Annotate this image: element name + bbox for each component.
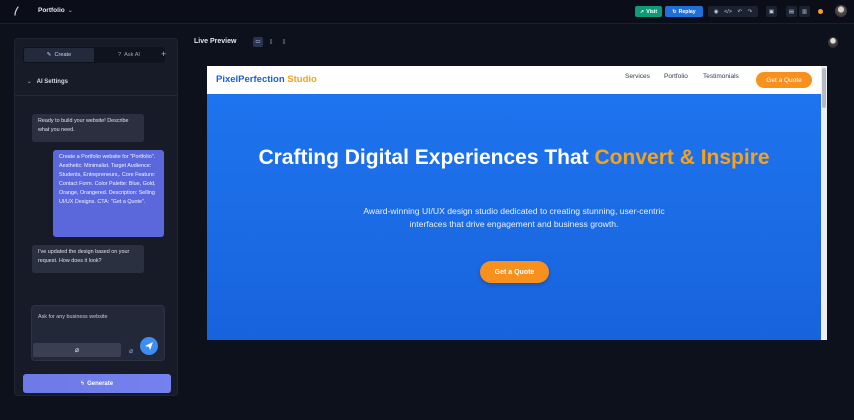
hero-section: Crafting Digital Experiences That Conver… (207, 94, 821, 340)
site-navbar: PixelPerfection Studio Services Portfoli… (207, 66, 821, 94)
settings-icon[interactable]: ▥ (799, 6, 810, 17)
live-preview-title: Live Preview (194, 38, 237, 45)
redo-icon[interactable]: ↷ (748, 9, 753, 15)
user-message: Create a Portfolio website for "Portfoli… (53, 150, 164, 237)
divider (15, 95, 177, 96)
save-icon[interactable]: ▣ (766, 6, 777, 17)
prompt-input[interactable]: Ask for any business website ⌀ ⌀ (31, 305, 165, 361)
send-icon (145, 342, 153, 350)
new-chat-plus-icon[interactable]: + (161, 49, 166, 59)
generate-button[interactable]: ϟ Generate (23, 374, 171, 393)
tab-ask-ai[interactable]: ? Ask AI (94, 48, 164, 62)
chat-panel: ✎ Create ? Ask AI + ⌄ AI Settings Ready … (14, 38, 178, 396)
replay-button[interactable]: ↻ Replay (665, 6, 703, 17)
headline-highlight: Convert & Inspire (594, 146, 770, 169)
ai-settings-label: AI Settings (36, 79, 68, 85)
project-name: Portfolio (38, 7, 65, 14)
assistant-message: I've updated the design based on your re… (32, 245, 144, 273)
tablet-icon[interactable]: ▯ (266, 37, 276, 47)
paperclip-icon: ⌀ (74, 347, 80, 354)
assistant-message: Ready to build your website! Describe wh… (32, 114, 144, 142)
avatar[interactable] (828, 37, 838, 48)
panel-tabs: ✎ Create ? Ask AI (23, 47, 165, 63)
visit-button[interactable]: ↗ Visit (635, 6, 662, 17)
visit-label: Visit (646, 8, 658, 15)
hero-get-quote-button[interactable]: Get a Quote (480, 261, 549, 283)
nav-link-services[interactable]: Services (625, 73, 650, 80)
preview-frame: PixelPerfection Studio Services Portfoli… (207, 66, 827, 340)
nav-get-quote-button[interactable]: Get a Quote (756, 72, 812, 88)
lightning-icon: ϟ (80, 380, 85, 387)
nav-link-portfolio[interactable]: Portfolio (664, 73, 688, 80)
avatar[interactable] (835, 5, 847, 17)
question-icon: ? (118, 52, 122, 58)
hero-headline: Crafting Digital Experiences That Conver… (227, 146, 801, 170)
code-icon[interactable]: </> (724, 9, 732, 15)
mobile-icon[interactable]: ▯ (279, 37, 289, 47)
generate-label: Generate (87, 380, 114, 387)
preview-scrollbar[interactable] (821, 66, 827, 340)
toolbar-icon-group: ◉ </> ↶ ↷ (708, 6, 758, 17)
tab-create-label: Create (54, 52, 72, 58)
project-selector[interactable]: Portfolio ⌄ (38, 7, 73, 14)
replay-label: Replay (678, 8, 696, 15)
chevron-down-icon: ⌄ (67, 8, 73, 14)
app-logo-icon[interactable] (12, 5, 20, 17)
ai-settings-toggle[interactable]: ⌄ AI Settings (27, 79, 68, 85)
device-toggle: ▭ ▯ ▯ (253, 37, 289, 47)
desktop-icon[interactable]: ▭ (253, 37, 263, 47)
top-bar: Portfolio ⌄ ↗ Visit ↻ Replay ◉ </> ↶ ↷ ▣… (0, 0, 854, 24)
tab-create[interactable]: ✎ Create (24, 48, 94, 62)
external-link-icon: ↗ (639, 8, 645, 15)
nav-link-testimonials[interactable]: Testimonials (703, 73, 739, 80)
hero-subheadline: Award-winning UI/UX design studio dedica… (363, 206, 665, 229)
pencil-icon: ✎ (46, 52, 52, 58)
prompt-placeholder: Ask for any business website (38, 314, 108, 320)
send-button[interactable] (140, 337, 158, 355)
eye-icon[interactable]: ◉ (714, 9, 719, 15)
brand-primary: PixelPerfection (216, 74, 285, 85)
tab-ask-ai-label: Ask AI (124, 52, 140, 58)
site-brand[interactable]: PixelPerfection Studio (216, 74, 317, 85)
chevron-down-icon: ⌄ (27, 79, 32, 85)
scrollbar-thumb[interactable] (822, 68, 826, 108)
brand-accent: Studio (287, 74, 317, 85)
mic-off-icon[interactable]: ⌀ (129, 347, 133, 355)
status-dot (818, 9, 823, 14)
replay-icon: ↻ (672, 8, 677, 15)
headline-main: Crafting Digital Experiences That (258, 146, 595, 169)
attach-button[interactable]: ⌀ (33, 343, 121, 357)
undo-icon[interactable]: ↶ (738, 9, 743, 15)
layout-icon[interactable]: ▤ (786, 6, 797, 17)
